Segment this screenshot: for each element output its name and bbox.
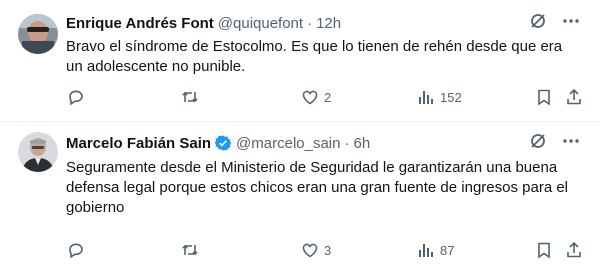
author-name[interactable]: Enrique Andrés Font [66, 15, 214, 32]
more-options-icon[interactable] [562, 131, 580, 155]
like-button[interactable]: 3 [300, 240, 331, 260]
share-button[interactable] [564, 87, 584, 107]
bookmark-button[interactable] [534, 240, 554, 260]
tweet[interactable]: Marcelo Fabián Sain @marcelo_sain · 6h S… [0, 122, 600, 272]
reply-button[interactable] [66, 87, 86, 107]
share-icon [567, 88, 581, 105]
view-count: 87 [440, 242, 455, 258]
views-button[interactable]: 87 [416, 240, 454, 260]
share-button[interactable] [564, 240, 584, 260]
header-actions [528, 133, 580, 153]
views-icon [419, 91, 433, 104]
reply-icon [69, 243, 83, 259]
grok-icon[interactable] [528, 11, 548, 35]
author-handle[interactable]: @quiquefont [218, 15, 303, 32]
reply-button[interactable] [66, 240, 86, 260]
bookmark-icon [538, 242, 550, 259]
verified-badge-icon [214, 134, 232, 152]
timestamp[interactable]: 12h [316, 15, 341, 32]
bookmark-button[interactable] [534, 87, 554, 107]
like-count: 3 [324, 242, 332, 258]
tweet-actions: 3 87 [62, 239, 586, 261]
retweet-button[interactable] [180, 240, 200, 260]
tweet-text: Bravo el síndrome de Estocolmo. Es que l… [66, 38, 563, 75]
bookmark-icon [538, 89, 550, 106]
retweet-icon [182, 244, 198, 256]
tweet-header: Marcelo Fabián Sain @marcelo_sain · 6h [66, 133, 588, 153]
view-count: 152 [440, 89, 462, 105]
heart-icon [302, 243, 318, 258]
share-icon [567, 241, 581, 258]
more-options-icon[interactable] [562, 11, 580, 35]
tweet-header: Enrique Andrés Font @quiquefont · 12h [66, 13, 588, 33]
avatar[interactable] [18, 132, 58, 172]
heart-icon [302, 90, 318, 105]
tweet-text: Seguramente desde el Ministerio de Segur… [66, 159, 569, 216]
reply-icon [69, 90, 83, 106]
like-count: 2 [324, 89, 332, 105]
author-name[interactable]: Marcelo Fabián Sain [66, 135, 211, 152]
retweet-icon [182, 91, 198, 103]
timestamp[interactable]: 6h [353, 135, 370, 152]
separator-dot: · [344, 134, 350, 152]
separator-dot: · [307, 14, 313, 32]
tweet-actions: 2 152 [62, 86, 586, 108]
views-button[interactable]: 152 [416, 87, 462, 107]
like-button[interactable]: 2 [300, 87, 331, 107]
header-actions [528, 13, 580, 33]
author-handle[interactable]: @marcelo_sain [236, 135, 340, 152]
grok-icon[interactable] [528, 131, 548, 155]
avatar[interactable] [18, 14, 58, 54]
tweet[interactable]: Enrique Andrés Font @quiquefont · 12h Br… [0, 0, 600, 122]
views-icon [419, 244, 433, 257]
retweet-button[interactable] [180, 87, 200, 107]
